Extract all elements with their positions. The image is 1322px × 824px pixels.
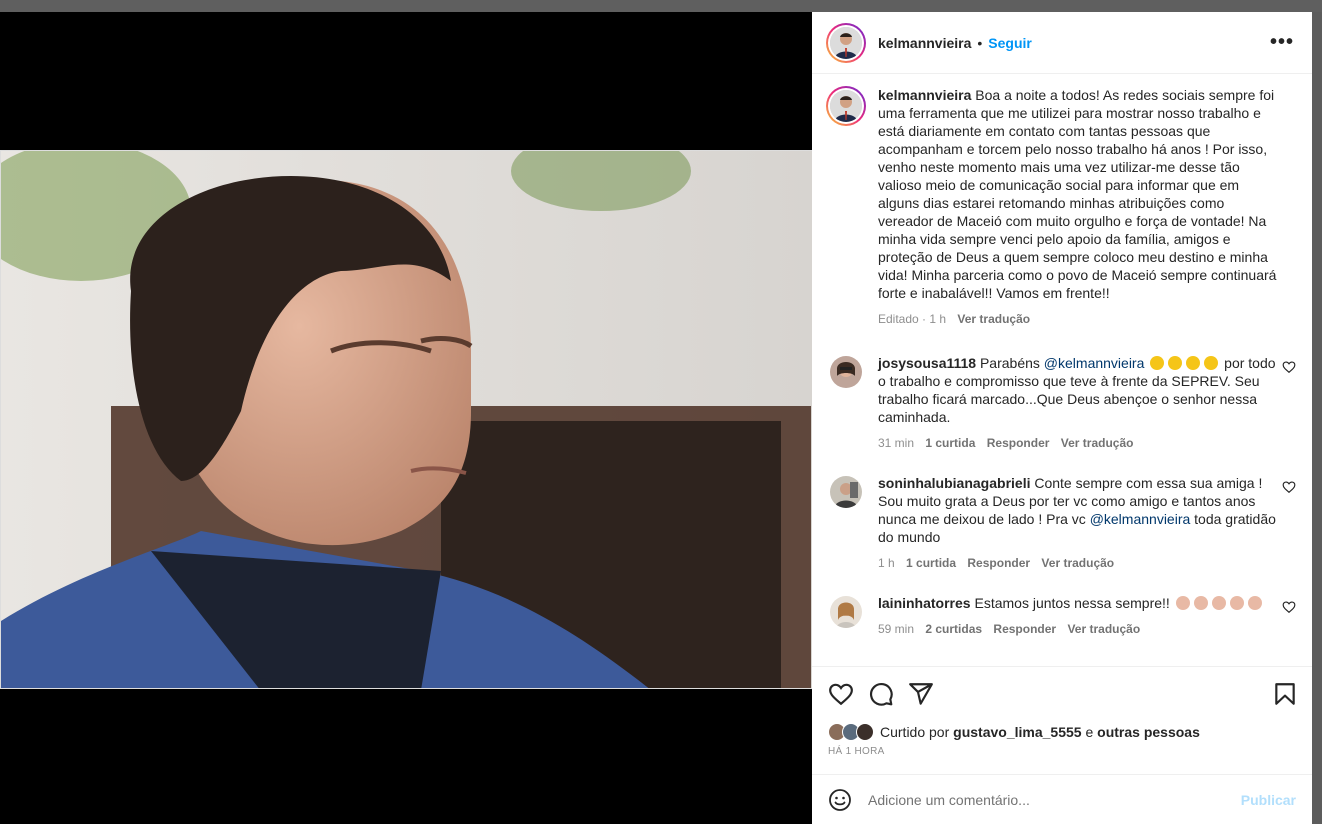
share-send-icon[interactable] (908, 681, 934, 707)
caption-text: Boa a noite a todos! As redes sociais se… (878, 87, 1277, 301)
post-photo[interactable] (0, 150, 812, 689)
comment-body: laininhatorres Estamos juntos nessa semp… (878, 594, 1282, 638)
liked-by-prefix: Curtido por (880, 724, 950, 740)
liked-by-row: Curtido por gustavo_lima_5555 e outras p… (828, 723, 1298, 741)
post-side-panel: kelmannvieira • Seguir ••• kelmannvieira… (812, 12, 1312, 824)
comment-like-heart-icon[interactable] (1282, 600, 1296, 614)
caption-username[interactable]: kelmannvieira (878, 87, 971, 103)
liked-by-connector: e (1085, 724, 1094, 740)
liked-by-text: Curtido por gustavo_lima_5555 e outras p… (880, 724, 1200, 740)
comment-item: laininhatorres Estamos juntos nessa semp… (826, 594, 1296, 638)
comment-text-before: Parabéns (979, 355, 1040, 371)
comment-mention[interactable]: @kelmannvieira (1090, 511, 1191, 527)
caption-author-avatar[interactable] (826, 86, 866, 126)
comment-meta: 1 h 1 curtida Responder Ver tradução (878, 554, 1282, 572)
action-icons-row (828, 681, 1298, 707)
comment-time: 31 min (878, 436, 915, 450)
comment-text: Estamos juntos nessa sempre!! (974, 595, 1170, 611)
comment-body: josysousa1118 Parabéns @kelmannvieira po… (878, 354, 1282, 452)
comment-translate-link[interactable]: Ver tradução (1061, 436, 1134, 450)
add-comment-bar: Publicar (812, 774, 1312, 824)
post-time-ago: HÁ 1 HORA (828, 746, 885, 757)
separator-dot: • (977, 34, 983, 51)
author-username[interactable]: kelmannvieira (878, 35, 971, 51)
commenter-avatar-image (830, 476, 862, 508)
comment-likes-count[interactable]: 2 curtidas (925, 622, 982, 636)
comment-like-heart-icon[interactable] (1282, 480, 1296, 494)
man-portrait-image (1, 151, 812, 688)
commenter-avatar-image (830, 356, 862, 388)
follow-button[interactable]: Seguir (988, 35, 1032, 51)
author-avatar[interactable] (826, 22, 866, 63)
comment-username[interactable]: josysousa1118 (878, 355, 976, 371)
caption-meta: Editado · 1 h Ver tradução (878, 310, 1282, 328)
caption-edited-time: Editado · 1 h (878, 312, 947, 326)
comment-reply-button[interactable]: Responder (993, 622, 1056, 636)
emoji-icon[interactable] (828, 788, 852, 812)
comment-meta: 59 min 2 curtidas Responder Ver tradução (878, 620, 1282, 638)
comment-username[interactable]: soninhalubianagabrieli (878, 475, 1030, 491)
comment-translate-link[interactable]: Ver tradução (1067, 622, 1140, 636)
clapping-hands-emoji (1174, 595, 1264, 611)
post-media-area (0, 12, 812, 824)
author-avatar-image (830, 26, 862, 59)
comment-input[interactable] (868, 791, 1241, 808)
commenter-avatar[interactable] (830, 476, 862, 508)
caption-body: kelmannvieira Boa a noite a todos! As re… (878, 86, 1282, 328)
caption-avatar-image (830, 90, 862, 122)
comment-like-heart-icon[interactable] (1282, 360, 1296, 374)
comment-item: soninhalubianagabrieli Conte sempre com … (826, 474, 1296, 572)
clapping-hands-emoji (1148, 355, 1220, 371)
comment-time: 1 h (878, 556, 895, 570)
comment-item: josysousa1118 Parabéns @kelmannvieira po… (826, 354, 1296, 452)
comment-username[interactable]: laininhatorres (878, 595, 971, 611)
comment-likes-count[interactable]: 1 curtida (906, 556, 956, 570)
comment-translate-link[interactable]: Ver tradução (1041, 556, 1114, 570)
post-actions: Curtido por gustavo_lima_5555 e outras p… (812, 666, 1312, 757)
like-heart-icon[interactable] (828, 681, 854, 707)
commenter-avatar[interactable] (830, 356, 862, 388)
comments-list[interactable]: kelmannvieira Boa a noite a todos! As re… (812, 74, 1312, 666)
comment-time: 59 min (878, 622, 915, 636)
comment-mention[interactable]: @kelmannvieira (1044, 355, 1145, 371)
comment-bubble-icon[interactable] (868, 681, 894, 707)
comment-body: soninhalubianagabrieli Conte sempre com … (878, 474, 1282, 572)
more-options-icon[interactable]: ••• (1270, 31, 1298, 54)
comment-reply-button[interactable]: Responder (987, 436, 1050, 450)
caption-translate-link[interactable]: Ver tradução (957, 312, 1030, 326)
comment-likes-count[interactable]: 1 curtida (925, 436, 975, 450)
publish-button[interactable]: Publicar (1241, 792, 1296, 808)
post-caption: kelmannvieira Boa a noite a todos! As re… (826, 86, 1296, 328)
save-bookmark-icon[interactable] (1272, 681, 1298, 707)
window-right-edge (1312, 12, 1322, 824)
liked-by-user[interactable]: gustavo_lima_5555 (953, 724, 1081, 740)
comment-reply-button[interactable]: Responder (967, 556, 1030, 570)
liked-by-others[interactable]: outras pessoas (1097, 724, 1200, 740)
liker-avatar (856, 723, 874, 741)
commenter-avatar[interactable] (830, 596, 862, 628)
comment-meta: 31 min 1 curtida Responder Ver tradução (878, 434, 1282, 452)
post-header: kelmannvieira • Seguir ••• (812, 12, 1312, 74)
commenter-avatar-image (830, 596, 862, 628)
window-top-bar (0, 0, 1322, 12)
